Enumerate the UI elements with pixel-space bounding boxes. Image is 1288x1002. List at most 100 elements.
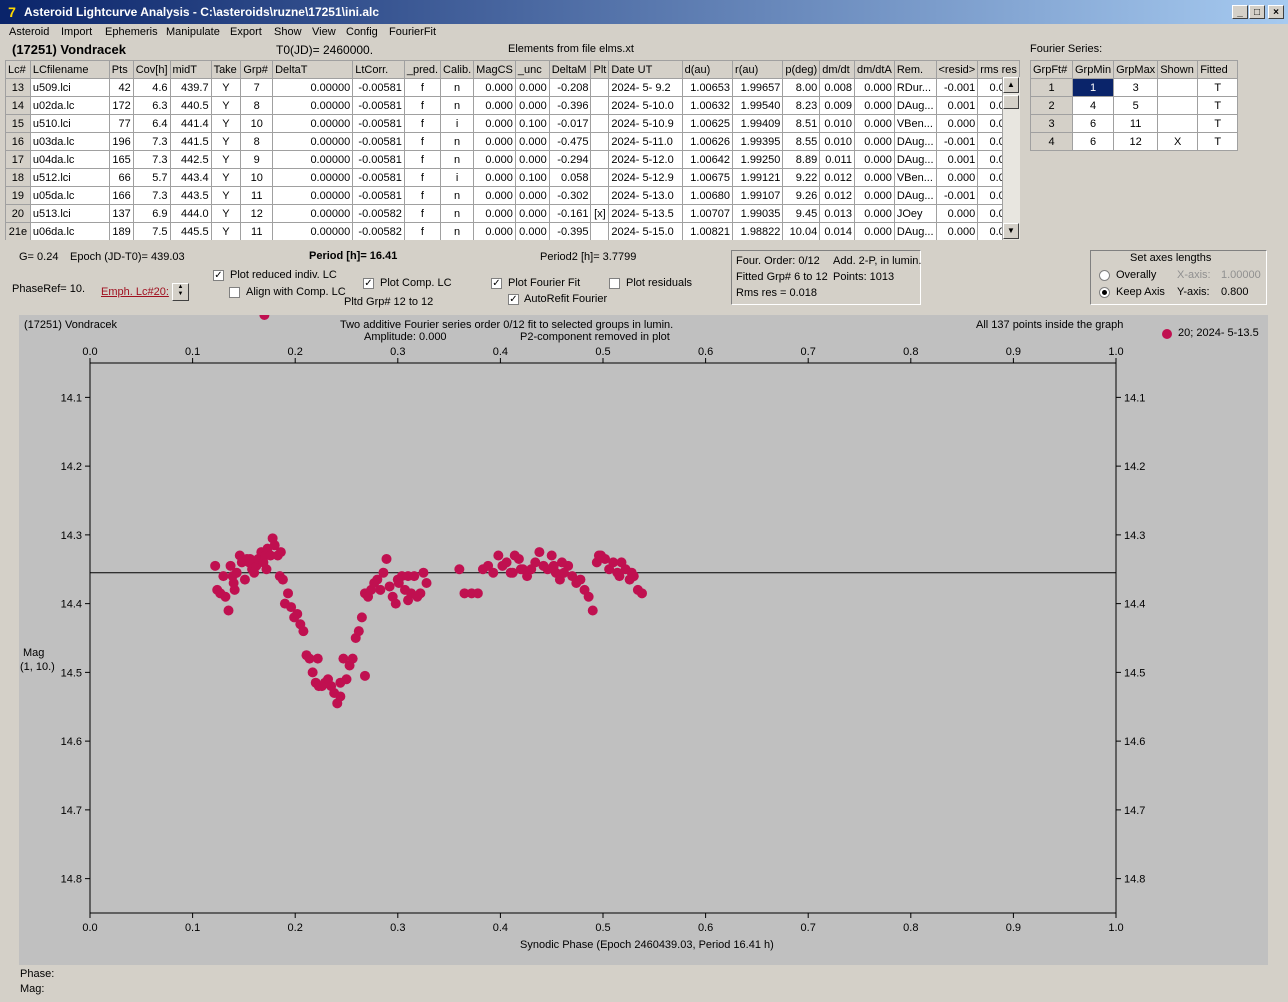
lc-cell[interactable]: 165	[108, 150, 134, 169]
lc-cell[interactable]: 0.00000	[272, 96, 354, 115]
fourier-cell[interactable]: X	[1157, 132, 1199, 151]
lc-cell[interactable]: 0.000	[935, 168, 979, 187]
lc-cell[interactable]: 9.45	[782, 204, 821, 223]
fourier-col-header[interactable]: GrpMax	[1113, 60, 1159, 79]
menu-import[interactable]: Import	[61, 26, 92, 38]
lc-cell[interactable]: DAug...	[893, 96, 937, 115]
fourier-cell[interactable]: 5	[1113, 96, 1159, 115]
fourier-table-row[interactable]: 113T	[1030, 78, 1239, 97]
scroll-up-arrow-icon[interactable]: ▲	[1003, 77, 1019, 93]
lc-cell[interactable]: 443.5	[169, 186, 212, 205]
lc-cell[interactable]: 0.001	[935, 96, 979, 115]
lc-cell[interactable]: 0.000	[935, 204, 979, 223]
lc-cell[interactable]: 0.00000	[272, 168, 354, 187]
fourier-table[interactable]: GrpFt# GrpMin GrpMax Shown Fitted 113T245T36…	[1030, 60, 1239, 151]
lc-cell[interactable]: 0.000	[853, 150, 895, 169]
lc-cell[interactable]: 4.6	[132, 78, 171, 97]
fourier-cell[interactable]	[1157, 96, 1199, 115]
lc-cell[interactable]	[590, 78, 610, 97]
lc-cell[interactable]: 0.000	[473, 96, 516, 115]
fourier-cell[interactable]: T	[1197, 132, 1239, 151]
fourier-table-row[interactable]: 4 6 12 X T	[1030, 132, 1239, 151]
lc-cell[interactable]: -0.00581	[352, 168, 405, 187]
lc-cell[interactable]: 0.009	[819, 96, 855, 115]
lc-cell[interactable]: 0.00000	[272, 150, 354, 169]
fourier-cell[interactable]: 1	[1071, 78, 1115, 97]
lc-cell[interactable]: 1.00680	[681, 186, 734, 205]
lc-cell[interactable]: 0.012	[819, 186, 855, 205]
lc-cell[interactable]: 2024- 5-15.0	[608, 222, 683, 240]
lc-cell[interactable]: 445.5	[169, 222, 212, 240]
lc-cell[interactable]: 1.00642	[681, 150, 734, 169]
lc-col-header[interactable]: DeltaM	[548, 60, 592, 79]
lc-cell[interactable]: -0.208	[548, 78, 592, 97]
plot-residuals-checkbox[interactable]	[609, 278, 620, 289]
lc-cell[interactable]: 0.000	[853, 168, 895, 187]
lc-cell[interactable]: 9.22	[782, 168, 821, 187]
fourier-row-number[interactable]: 2	[1030, 96, 1073, 115]
fourier-cell[interactable]: 3	[1113, 78, 1159, 97]
lc-cell[interactable]: 2024- 5-13.5	[608, 204, 683, 223]
lc-table-row[interactable]: 14 u02da.lc 172 6.3 440.5 Y 8 0.00000 -0.00581 f n…	[5, 96, 1020, 115]
lc-col-header[interactable]: Take	[210, 60, 242, 79]
lc-cell[interactable]	[590, 168, 610, 187]
lc-cell[interactable]: 0.100	[514, 114, 550, 133]
lc-col-header[interactable]: d(au)	[681, 60, 734, 79]
lc-cell[interactable]: -0.00581	[352, 132, 405, 151]
lc-cell[interactable]: 8.51	[782, 114, 821, 133]
lc-cell[interactable]: 11	[240, 222, 274, 240]
lc-cell[interactable]: 10.04	[782, 222, 821, 240]
lc-cell[interactable]: 0.011	[819, 150, 855, 169]
lc-cell[interactable]: 77	[108, 114, 134, 133]
lc-cell[interactable]: 0.000	[514, 222, 550, 240]
lc-cell[interactable]: 0.000	[514, 132, 550, 151]
lc-cell[interactable]: 0.001	[935, 150, 979, 169]
lc-cell[interactable]: Y	[210, 150, 242, 169]
lc-cell[interactable]: f	[403, 78, 442, 97]
fourier-col-header[interactable]: Fitted	[1197, 60, 1239, 79]
lc-col-header[interactable]: Grp#	[240, 60, 274, 79]
lc-cell[interactable]	[590, 96, 610, 115]
fourier-cell[interactable]: 6	[1071, 132, 1115, 151]
lc-cell[interactable]: 6.9	[132, 204, 171, 223]
lc-cell[interactable]: -0.396	[548, 96, 592, 115]
lc-row-number[interactable]: 14	[5, 96, 31, 115]
lc-col-header[interactable]: LCfilename	[29, 60, 110, 79]
lc-col-header[interactable]: _pred.	[403, 60, 442, 79]
lc-cell[interactable]	[590, 132, 610, 151]
lc-cell[interactable]: 5.7	[132, 168, 171, 187]
lc-cell[interactable]: 0.000	[853, 78, 895, 97]
menu-ephemeris[interactable]: Ephemeris	[105, 26, 158, 38]
menu-manipulate[interactable]: Manipulate	[166, 26, 220, 38]
lc-cell[interactable]: 1.98822	[732, 222, 784, 240]
lc-cell[interactable]: i	[440, 114, 475, 133]
lc-cell[interactable]: 0.000	[514, 96, 550, 115]
lc-cell[interactable]: 0.000	[853, 114, 895, 133]
lc-cell[interactable]	[590, 114, 610, 133]
lc-table-row[interactable]: 20 u513.lci 137 6.9 444.0 Y 12 0.00000 -0.00582 f…	[5, 204, 1020, 223]
lc-cell[interactable]: 7.3	[132, 150, 171, 169]
lc-cell[interactable]: 8	[240, 132, 274, 151]
lc-col-header[interactable]: dm/dt	[819, 60, 855, 79]
lc-cell[interactable]: 66	[108, 168, 134, 187]
lc-row-number[interactable]: 19	[5, 186, 31, 205]
fourier-table-container[interactable]: GrpFt# GrpMin GrpMax Shown Fitted 113T245T36…	[1030, 60, 1239, 151]
lc-table-row[interactable]: 16 u03da.lc 196 7.3 441.5 Y 8 0.00000 -0.00581 f n…	[5, 132, 1020, 151]
lc-cell[interactable]: 12	[240, 204, 274, 223]
lc-col-header[interactable]: rms res	[977, 60, 1020, 79]
fourier-cell[interactable]	[1157, 114, 1199, 133]
lc-cell[interactable]: 0.100	[514, 168, 550, 187]
lc-cell[interactable]: 196	[108, 132, 134, 151]
lc-cell[interactable]: 0.014	[819, 222, 855, 240]
lc-cell[interactable]: 0.00000	[272, 132, 354, 151]
lc-cell[interactable]: 1.99107	[732, 186, 784, 205]
fourier-table-row[interactable]: 245 T	[1030, 96, 1239, 115]
lc-cell[interactable]: n	[440, 132, 475, 151]
lc-cell[interactable]: DAug...	[893, 186, 937, 205]
fourier-row-number[interactable]: 1	[1030, 78, 1073, 97]
lc-cell[interactable]: DAug...	[893, 222, 937, 240]
fourier-col-header[interactable]: GrpFt#	[1030, 60, 1073, 79]
lc-cell[interactable]: 7.3	[132, 132, 171, 151]
lc-cell[interactable]: 0.013	[819, 204, 855, 223]
overally-radio[interactable]	[1099, 270, 1110, 281]
